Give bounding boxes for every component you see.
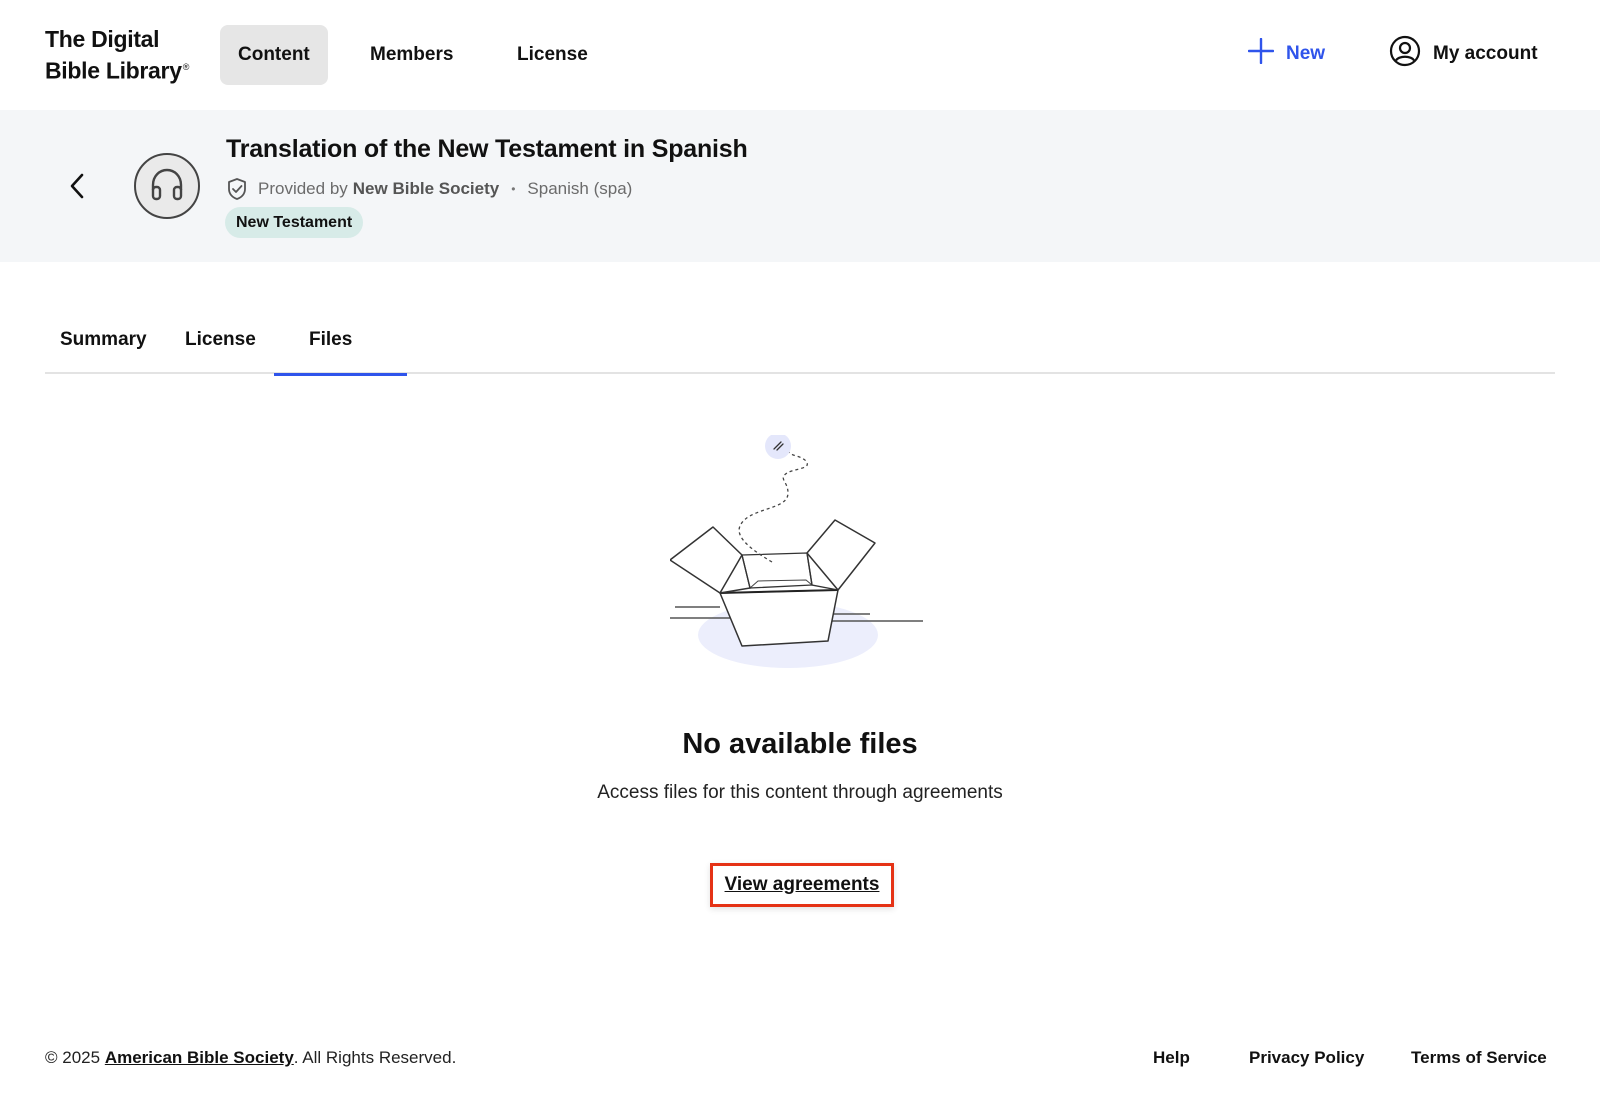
user-circle-icon bbox=[1389, 35, 1421, 73]
new-button-label: New bbox=[1286, 43, 1326, 64]
organization-link[interactable]: American Bible Society bbox=[105, 1048, 294, 1067]
footer-terms-link[interactable]: Terms of Service bbox=[1411, 1048, 1547, 1068]
media-type-avatar bbox=[134, 153, 200, 219]
logo-line-1: The Digital bbox=[45, 26, 160, 52]
language-label: Spanish (spa) bbox=[527, 179, 633, 198]
empty-state-subtitle: Access files for this content through ag… bbox=[597, 782, 1003, 803]
testament-tag: New Testament bbox=[225, 207, 364, 238]
empty-state-title: No available files bbox=[682, 728, 918, 760]
footer-privacy-link[interactable]: Privacy Policy bbox=[1249, 1048, 1364, 1068]
nav-content[interactable]: Content bbox=[220, 25, 328, 85]
nav-license[interactable]: License bbox=[499, 25, 606, 85]
new-button[interactable]: New bbox=[1247, 36, 1326, 72]
plus-icon bbox=[1247, 37, 1275, 70]
footer-help-link[interactable]: Help bbox=[1153, 1048, 1190, 1068]
back-button[interactable] bbox=[62, 168, 92, 208]
view-agreements-link[interactable]: View agreements bbox=[710, 863, 894, 907]
meta-separator: • bbox=[511, 182, 516, 196]
copyright: © 2025 American Bible Society. All Right… bbox=[45, 1048, 456, 1068]
my-account-label: My account bbox=[1433, 43, 1538, 64]
tab-files[interactable]: Files bbox=[273, 318, 409, 376]
content-header: Translation of the New Testament in Span… bbox=[0, 110, 1600, 262]
content-tabs: Summary License Files bbox=[45, 318, 1555, 376]
provider-name: New Bible Society bbox=[352, 179, 500, 198]
empty-box-illustration bbox=[669, 433, 930, 685]
headphones-icon bbox=[147, 164, 187, 209]
content-meta: Provided by New Bible Society • Spanish … bbox=[226, 176, 632, 202]
logo-line-2: Bible Library® bbox=[45, 57, 190, 84]
nav-members[interactable]: Members bbox=[352, 25, 471, 85]
content-title: Translation of the New Testament in Span… bbox=[226, 135, 748, 163]
site-logo[interactable]: The Digital Bible Library® bbox=[45, 25, 189, 85]
copyright-year: © 2025 bbox=[45, 1048, 101, 1067]
registered-mark: ® bbox=[182, 62, 190, 72]
my-account-button[interactable]: My account bbox=[1389, 35, 1538, 73]
chevron-left-icon bbox=[68, 172, 86, 205]
copyright-suffix: . All Rights Reserved. bbox=[293, 1048, 457, 1067]
provided-by-label: Provided by bbox=[258, 179, 348, 198]
top-navigation: The Digital Bible Library® Content Membe… bbox=[0, 0, 1600, 110]
tab-summary[interactable]: Summary bbox=[60, 318, 147, 374]
shield-check-icon bbox=[226, 177, 248, 201]
tab-license[interactable]: License bbox=[185, 318, 256, 374]
